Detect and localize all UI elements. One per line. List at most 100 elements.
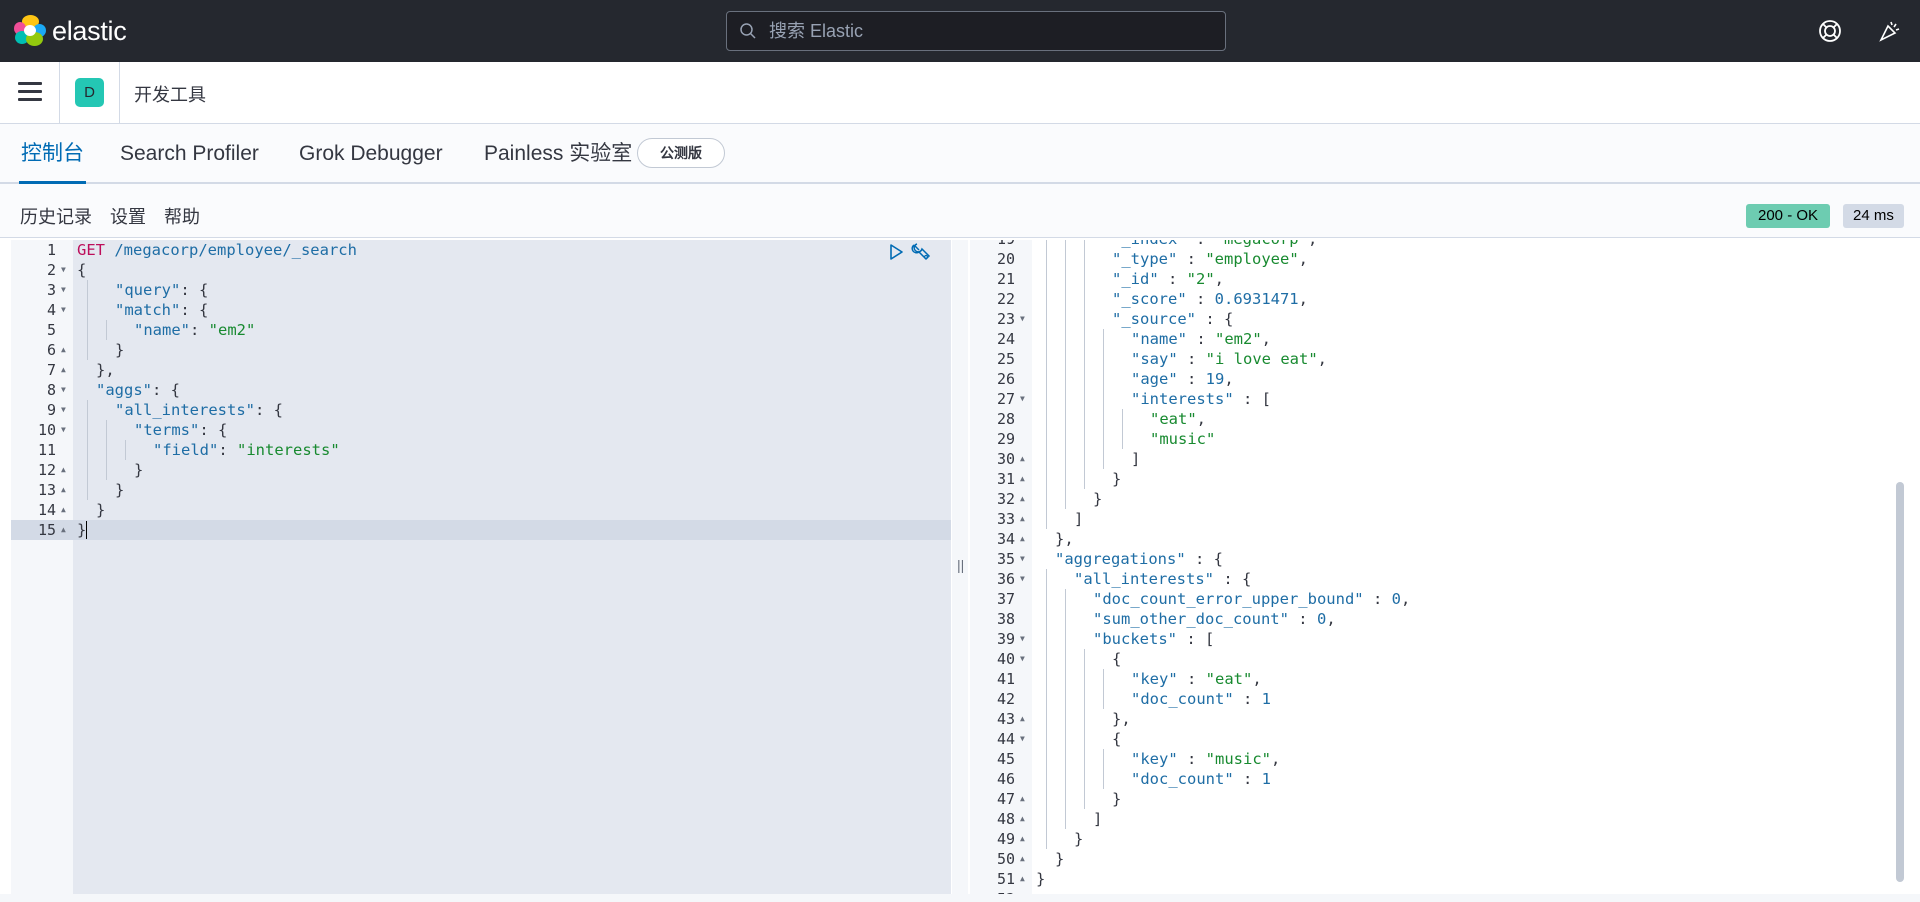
fold-arrow-up-icon[interactable]: ▲ [61,460,66,480]
indent-guide [1045,749,1047,769]
line-number: 28 [996,410,1015,428]
indent-guide [1083,249,1085,269]
fold-arrow-up-icon[interactable]: ▲ [1020,529,1025,549]
fold-arrow-down-icon[interactable]: ▼ [61,280,66,300]
fold-arrow-up-icon[interactable]: ▲ [1020,469,1025,489]
code-line: "eat", [1150,409,1206,429]
indent-guide [1102,349,1104,369]
top-header: elastic [0,0,1920,62]
fold-arrow-down-icon[interactable]: ▼ [1020,389,1025,409]
fold-arrow-down-icon[interactable]: ▼ [1020,549,1025,569]
indent-guide [1064,589,1066,609]
indent-guide [1045,589,1047,609]
code-token: }, [1055,530,1074,548]
code-token: "doc_count" [1131,770,1234,788]
fold-arrow-up-icon[interactable]: ▲ [61,360,66,380]
indent-guide [1045,269,1047,289]
help-link[interactable]: 帮助 [164,203,200,229]
code-token: : [1187,240,1215,248]
menu-toggle-button[interactable] [18,82,42,102]
divider [59,62,60,124]
request-editor[interactable]: 1 GET /megacorp/employee/_search 2 ▼ {3 ▼ "que… [11,240,951,894]
tab-grok-debugger[interactable]: Grok Debugger [297,124,445,184]
fold-arrow-down-icon[interactable]: ▼ [1020,649,1025,669]
status-badge: 200 - OK [1746,204,1831,228]
fold-arrow-up-icon[interactable]: ▲ [61,520,66,540]
tab-painless-lab[interactable]: Painless 实验室 [482,124,634,184]
run-request-icon[interactable] [885,241,907,263]
indent-guide [1045,240,1047,249]
code-token: : [1177,250,1206,268]
indent-guide [1102,749,1104,769]
tab-search-profiler[interactable]: Search Profiler [118,124,261,184]
indent-guide [1102,429,1104,449]
indent-guide [1045,829,1047,849]
fold-arrow-down-icon[interactable]: ▼ [61,300,66,320]
code-token: "age" [1131,370,1178,388]
fold-arrow-down-icon[interactable]: ▼ [61,380,66,400]
response-editor[interactable]: 19 "_index" : "megacorp", 20 "_type" : "emp… [970,240,1899,894]
code-line: }, [1112,709,1131,729]
indent-guide [1045,329,1047,349]
newsfeed-icon[interactable] [1877,18,1903,44]
resize-handle-icon[interactable]: || [957,557,964,573]
history-link[interactable]: 历史记录 [20,203,92,229]
line-number: 11 [37,441,56,459]
fold-arrow-up-icon[interactable]: ▲ [1020,489,1025,509]
code-token: : [1177,350,1206,368]
fold-arrow-up-icon[interactable]: ▲ [1020,509,1025,529]
indent-guide [1083,669,1085,689]
search-input[interactable] [769,20,1209,42]
fold-arrow-up-icon[interactable]: ▲ [1020,869,1025,889]
code-line: { [1112,729,1121,749]
space-avatar[interactable]: D [75,78,104,107]
fold-arrow-down-icon[interactable]: ▼ [61,420,66,440]
fold-arrow-up-icon[interactable]: ▲ [1020,789,1025,809]
elastic-logo[interactable]: elastic [14,15,127,47]
fold-arrow-up-icon[interactable]: ▲ [61,480,66,500]
indent-guide [1045,369,1047,389]
wrench-icon[interactable] [910,241,932,263]
fold-arrow-down-icon[interactable]: ▼ [61,260,66,280]
indent-guide [1083,409,1085,429]
code-token: : [1177,750,1206,768]
fold-arrow-up-icon[interactable]: ▲ [1020,849,1025,869]
indent-guide [1064,749,1066,769]
line-number: 3 [46,281,56,299]
fold-arrow-down-icon[interactable]: ▼ [1020,629,1025,649]
indent-guide [1083,729,1085,749]
fold-arrow-up-icon[interactable]: ▲ [1020,449,1025,469]
indent-guide [86,280,88,300]
code-line: "_type" : "employee", [1112,249,1308,269]
fold-arrow-up-icon[interactable]: ▲ [1020,709,1025,729]
indent-guide [1083,309,1085,329]
fold-arrow-down-icon[interactable]: ▼ [1020,309,1025,329]
fold-arrow-up-icon[interactable]: ▲ [1020,809,1025,829]
settings-link[interactable]: 设置 [110,203,146,229]
fold-arrow-up-icon[interactable]: ▲ [61,340,66,360]
tab-console[interactable]: 控制台 [19,124,86,184]
fold-arrow-down-icon[interactable]: ▼ [1020,569,1025,589]
code-line: ] [1074,509,1083,529]
indent-guide [86,460,88,480]
code-token: : { [254,401,283,419]
fold-arrow-up-icon[interactable]: ▲ [1020,829,1025,849]
response-scrollbar[interactable] [1896,482,1904,882]
code-line: } [1112,469,1121,489]
code-token: , [1298,250,1308,268]
indent-guide [124,440,126,460]
code-line: "key" : "eat", [1131,669,1262,689]
help-lifebuoy-icon[interactable] [1817,18,1843,44]
fold-arrow-down-icon[interactable]: ▼ [61,400,66,420]
code-line: } [77,520,86,540]
indent-guide [1102,669,1104,689]
indent-guide [86,400,88,420]
code-line: { [77,260,86,280]
code-token: "doc_count" [1131,690,1234,708]
code-token: } [96,501,106,519]
fold-arrow-up-icon[interactable]: ▲ [61,500,66,520]
code-token: "sum_other_doc_count" [1093,610,1289,628]
global-search[interactable] [726,11,1226,51]
line-number: 24 [996,330,1015,348]
fold-arrow-down-icon[interactable]: ▼ [1020,729,1025,749]
